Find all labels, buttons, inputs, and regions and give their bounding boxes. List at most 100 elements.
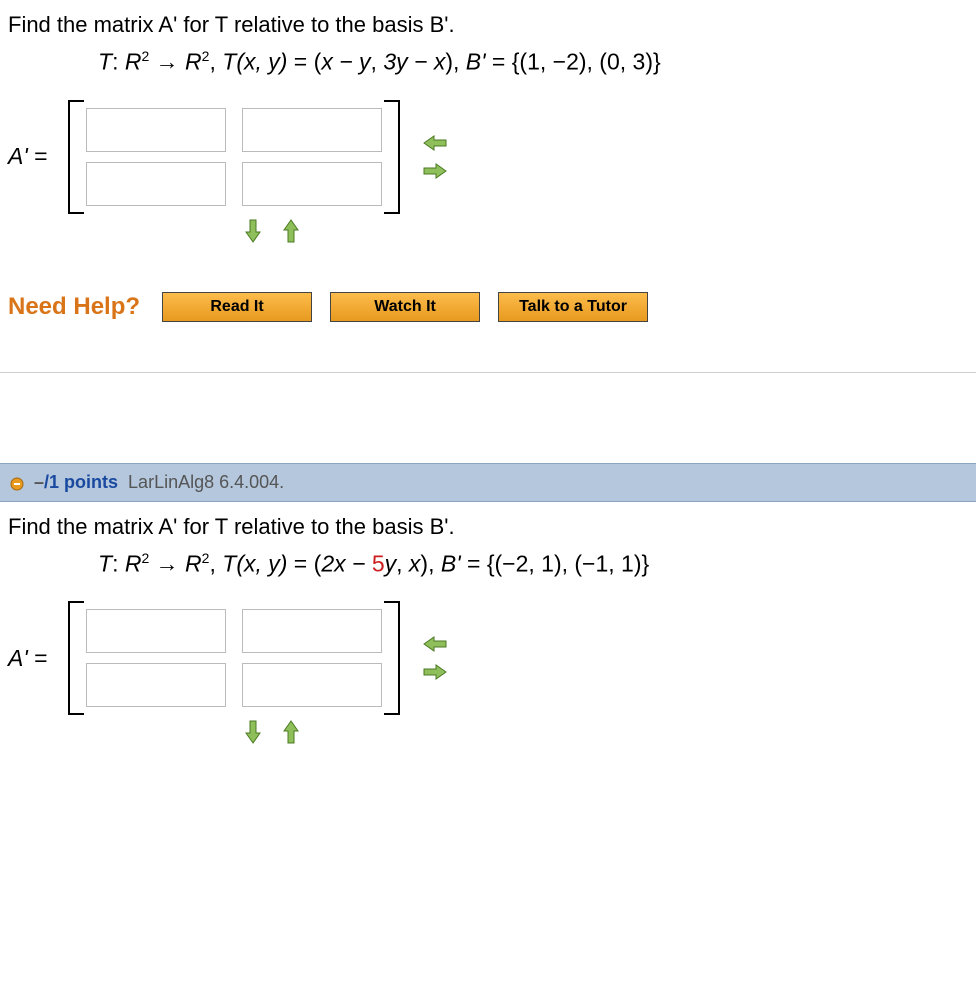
b-prime: B' [430,514,449,539]
colon: : [112,49,125,75]
a-prime: A' [158,514,177,539]
answer-row: A' = [8,100,968,214]
t-var: T [215,514,228,539]
prompt-text: for [177,514,215,539]
a-prime: A' [158,12,177,37]
read-it-button[interactable]: Read It [162,292,312,322]
rhs-a: x − y [321,49,370,75]
eq: = [28,645,48,671]
matrix-input [64,100,404,214]
arrow-right-icon [422,663,448,681]
xy-args: (x, y) [236,550,287,576]
paren: ) [420,550,428,576]
matrix-cell-1-1[interactable] [86,108,226,152]
t-var: T [98,49,112,75]
matrix-cell-1-2[interactable] [242,108,382,152]
arrow: → [149,550,185,576]
arrow-down-icon [244,719,262,745]
bracket-left [68,601,84,715]
arrow-left-icon [422,635,448,653]
bracket-left [68,100,84,214]
prompt-text: for [177,12,215,37]
bracket-right [384,100,400,214]
need-help-label: Need Help? [8,293,140,321]
matrix-grid [86,609,382,707]
sep: , [371,49,384,75]
rhs-a-red: 5 [372,550,385,576]
talk-to-tutor-button[interactable]: Talk to a Tutor [498,292,648,322]
prompt-text: . [448,514,454,539]
comma: , [453,49,466,75]
question-1: Find the matrix A' for T relative to the… [0,0,976,372]
paren: ) [445,49,453,75]
arrow-right-icon [422,162,448,180]
b-prime: B' [430,12,449,37]
matrix-cell-1-1[interactable] [86,609,226,653]
basis-set: {(−2, 1), (−1, 1)} [487,550,649,576]
basis-set: {(1, −2), (0, 3)} [512,49,661,75]
score-dash: – [34,472,44,492]
b-prime: B' [441,550,461,576]
r-var: R [185,49,202,75]
eq: = [287,49,313,75]
a-var: A [8,143,23,169]
a-prime-label: A' = [8,645,48,672]
question-2: Find the matrix A' for T relative to the… [0,502,976,764]
prompt-text: Find the matrix [8,514,158,539]
eq: = [461,550,487,576]
eq: = [287,550,313,576]
add-column-button[interactable] [420,661,450,683]
rhs-a-pre: 2x − [321,550,372,576]
matrix-cell-1-2[interactable] [242,609,382,653]
eq: = [28,143,48,169]
bracket-right [384,601,400,715]
add-row-button[interactable] [238,721,268,743]
a-prime-label: A' = [8,143,48,170]
question-prompt: Find the matrix A' for T relative to the… [8,514,968,540]
prompt-text: Find the matrix [8,12,158,37]
r-var: R [125,550,142,576]
question-prompt: Find the matrix A' for T relative to the… [8,12,968,38]
comma: , [209,49,222,75]
score-points: /1 points [44,472,118,492]
answer-row: A' = [8,601,968,715]
arrow-up-icon [282,218,300,244]
matrix-cell-2-1[interactable] [86,663,226,707]
prompt-text: relative to the basis [228,514,430,539]
eq: = [486,49,512,75]
question-header: –/1 points LarLinAlg8 6.4.004. [0,463,976,502]
matrix-cell-2-2[interactable] [242,162,382,206]
need-help-row: Need Help? Read It Watch It Talk to a Tu… [8,292,968,322]
watch-it-button[interactable]: Watch It [330,292,480,322]
expand-icon[interactable] [10,475,24,489]
a-var: A [8,645,23,671]
arrow-down-icon [244,218,262,244]
sep: , [396,550,409,576]
matrix-cell-2-2[interactable] [242,663,382,707]
b-prime: B' [466,49,486,75]
add-row-button[interactable] [238,220,268,242]
rhs-b: 3y − x [383,49,445,75]
remove-row-button[interactable] [276,721,306,743]
matrix-cell-2-1[interactable] [86,162,226,206]
question-reference: LarLinAlg8 6.4.004. [128,472,284,492]
remove-column-button[interactable] [420,633,450,655]
score-text: –/1 points LarLinAlg8 6.4.004. [34,472,284,493]
add-column-button[interactable] [420,160,450,182]
matrix-input [64,601,404,715]
column-arrow-controls [238,220,968,242]
arrow-left-icon [422,134,448,152]
t-var: T [222,550,236,576]
r-var: R [125,49,142,75]
t-var: T [215,12,228,37]
t-var: T [98,550,112,576]
r-var: R [185,550,202,576]
column-arrow-controls [238,721,968,743]
rhs-a-post: y [385,550,397,576]
remove-row-button[interactable] [276,220,306,242]
remove-column-button[interactable] [420,132,450,154]
transformation-definition: T: R2 → R2, T(x, y) = (2x − 5y, x), B' =… [98,550,968,578]
row-arrow-controls [420,633,450,683]
row-arrow-controls [420,132,450,182]
comma: , [428,550,441,576]
